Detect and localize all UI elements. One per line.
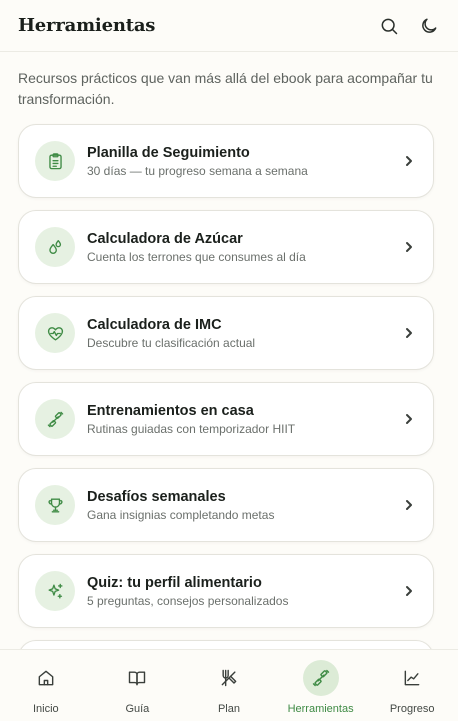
tool-subtitle: 5 preguntas, consejos personalizados	[87, 593, 289, 608]
chevron-right-icon	[401, 411, 417, 427]
nav-item-guia[interactable]: Guía	[94, 660, 180, 715]
intro-text: Recursos prácticos que van más allá del …	[18, 70, 433, 107]
tool-title: Desafíos semanales	[87, 488, 226, 505]
nav-item-inicio[interactable]: Inicio	[3, 660, 89, 715]
nav-item-progreso[interactable]: Progreso	[369, 660, 455, 715]
tool-title: Calculadora de IMC	[87, 316, 222, 333]
tool-title: Calculadora de Azúcar	[87, 230, 243, 247]
tool-card-home-workouts[interactable]: Entrenamientos en casa Rutinas guiadas c…	[18, 382, 434, 456]
chevron-right-icon	[401, 325, 417, 341]
trophy-icon	[35, 485, 75, 525]
dumbbell-icon	[302, 660, 339, 696]
tool-card-food-profile-quiz[interactable]: Quiz: tu perfil alimentario 5 preguntas,…	[18, 554, 434, 628]
tool-subtitle: Descubre tu clasificación actual	[87, 335, 256, 350]
tool-card-weekly-challenges[interactable]: Desafíos semanales Gana insignias comple…	[18, 468, 434, 542]
chevron-right-icon	[401, 153, 417, 169]
utensils-icon	[211, 660, 247, 696]
home-icon	[28, 660, 64, 696]
chevron-right-icon	[401, 583, 417, 599]
tool-card-sugar-calculator[interactable]: Calculadora de Azúcar Cuenta los terrone…	[18, 210, 434, 284]
chevron-right-icon	[401, 239, 417, 255]
droplets-icon	[35, 227, 75, 267]
tool-subtitle: Cuenta los terrones que consumes al día	[87, 249, 306, 264]
chart-line-icon	[394, 660, 430, 696]
tool-subtitle: 30 días — tu progreso semana a semana	[87, 163, 308, 178]
nav-label: Herramientas	[287, 703, 354, 715]
nav-label: Plan	[217, 703, 240, 715]
nav-label: Inicio	[32, 703, 59, 715]
nav-item-herramientas[interactable]: Herramientas	[278, 660, 364, 715]
clipboard-icon	[35, 141, 75, 181]
moon-icon[interactable]	[418, 15, 440, 37]
bottom-nav: Inicio Guía Plan Herramientas Progreso	[0, 649, 458, 721]
tool-title: Quiz: tu perfil alimentario	[87, 574, 262, 591]
page-title: Herramientas	[18, 15, 156, 36]
nav-label: Progreso	[389, 703, 435, 715]
tool-title: Entrenamientos en casa	[87, 402, 254, 419]
heart-pulse-icon	[35, 313, 75, 353]
tool-card-tracking-sheet[interactable]: Planilla de Seguimiento 30 días — tu pro…	[18, 124, 434, 198]
header-actions	[378, 15, 440, 37]
tools-list: Planilla de Seguimiento 30 días — tu pro…	[18, 124, 434, 721]
chevron-right-icon	[401, 497, 417, 513]
book-icon	[119, 660, 155, 696]
tool-subtitle: Gana insignias completando metas	[87, 507, 275, 522]
nav-item-plan[interactable]: Plan	[186, 660, 272, 715]
tool-title: Planilla de Seguimiento	[87, 144, 250, 161]
nav-label: Guía	[125, 703, 150, 715]
dumbbell-icon	[35, 399, 75, 439]
sparkles-icon	[35, 571, 75, 611]
tool-subtitle: Rutinas guiadas con temporizador HIIT	[87, 421, 296, 436]
tool-card-bmi-calculator[interactable]: Calculadora de IMC Descubre tu clasifica…	[18, 296, 434, 370]
search-icon[interactable]	[378, 15, 400, 37]
app-header: Herramientas	[0, 0, 458, 52]
